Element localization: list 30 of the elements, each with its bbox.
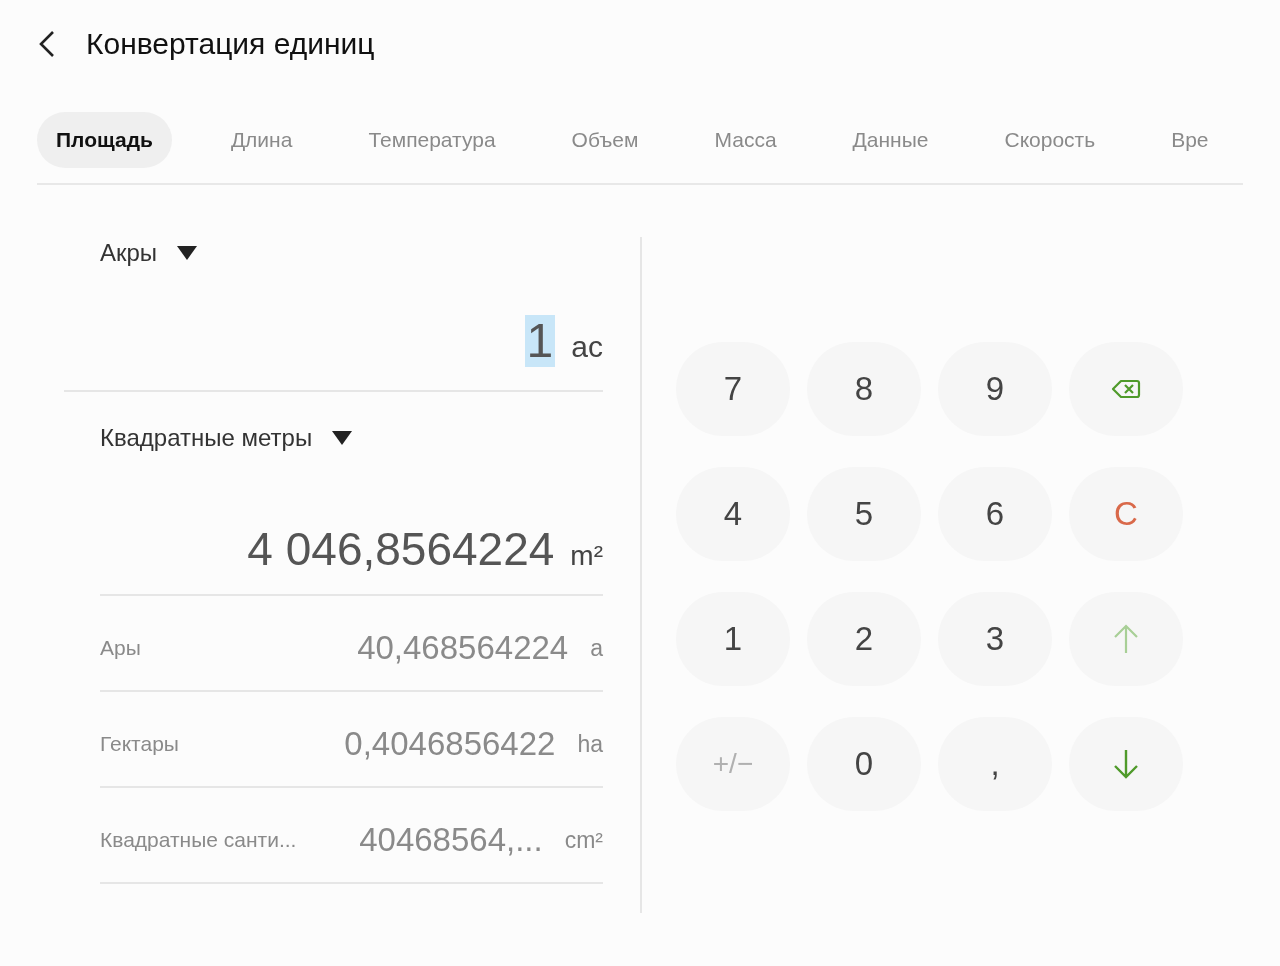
dropdown-icon [332, 431, 353, 445]
unit-name: Гектары [100, 732, 179, 756]
digit-key[interactable]: 3 [938, 592, 1052, 686]
unit-name: Ары [100, 636, 141, 660]
digit-key[interactable]: 5 [807, 467, 921, 561]
unit-name: Квадратные санти... [100, 828, 297, 852]
unit-symbol: m² [570, 540, 603, 572]
result-value: 4 046,8564224 [247, 524, 555, 574]
digit-key[interactable]: 1 [676, 592, 790, 686]
unit-symbol: a [590, 634, 603, 662]
digit-key[interactable]: 9 [938, 342, 1052, 436]
digit-key[interactable]: 2 [807, 592, 921, 686]
unit-dropdown[interactable]: Квадратные метры [100, 422, 353, 454]
dropdown-icon [177, 246, 198, 260]
category-tab[interactable]: Площадь [37, 112, 172, 168]
converted-value: 0,4046856422 [344, 725, 556, 763]
unit-symbol: cm² [564, 826, 603, 854]
digit-key[interactable]: 0 [807, 717, 921, 811]
unit-dropdown[interactable]: Акры [100, 237, 198, 269]
digit-key[interactable]: 8 [807, 342, 921, 436]
unit-symbol: ac [571, 329, 603, 365]
unit-symbol: ha [577, 730, 603, 758]
converted-value: 40468564,... [359, 821, 543, 859]
screen-title: Конвертация единиц [86, 27, 375, 61]
digit-key[interactable]: , [938, 717, 1052, 811]
digit-key[interactable]: 4 [676, 467, 790, 561]
digit-key[interactable]: 6 [938, 467, 1052, 561]
digit-key[interactable]: 7 [676, 342, 790, 436]
input-value[interactable]: 1 [524, 315, 556, 367]
converted-value: 40,468564224 [357, 629, 569, 667]
